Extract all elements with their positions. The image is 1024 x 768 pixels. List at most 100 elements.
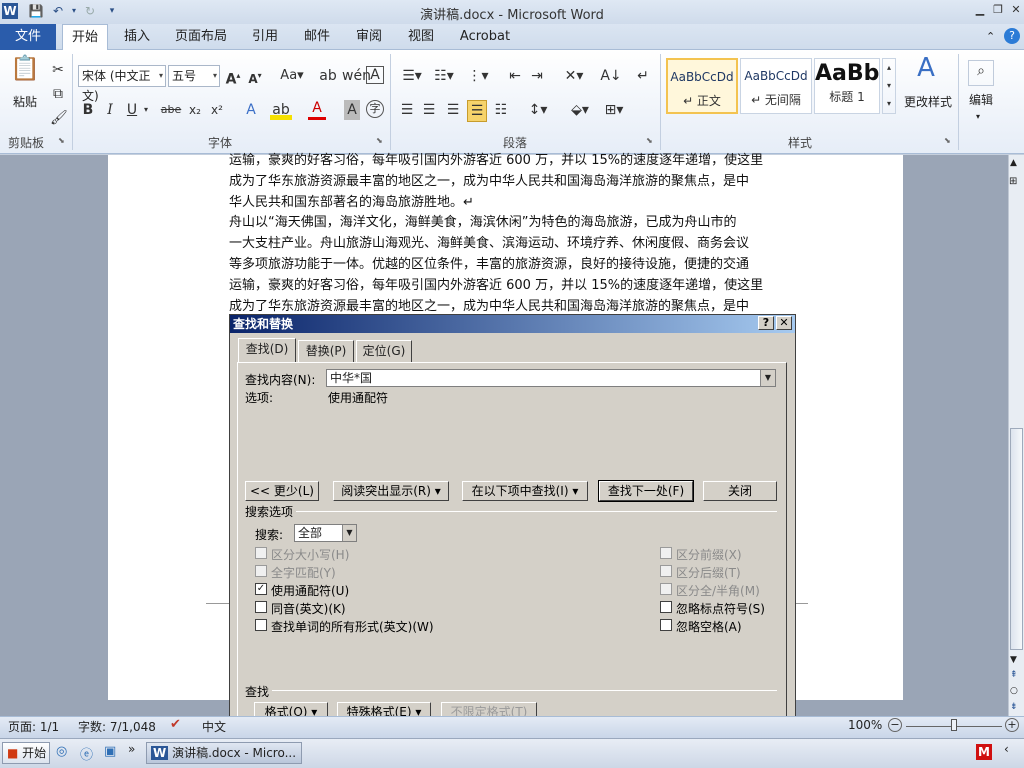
superscript-icon[interactable]: x² [208,100,226,120]
customize-toolbar-icon[interactable]: ▾ [104,3,120,19]
help-icon[interactable]: ? [1004,28,1020,44]
language-indicator[interactable]: 中文 [202,718,226,735]
more-icon[interactable]: » [128,742,135,756]
clipboard-launcher-icon[interactable]: ⬊ [58,136,65,145]
multilevel-list-icon[interactable]: ⋮▾ [464,66,492,86]
style-normal[interactable]: AaBbCcDd ↵ 正文 [666,58,738,114]
font-name-combo[interactable]: 宋体 (中文正文) ▾ [78,65,166,103]
borders-icon[interactable]: ⊞▾ [600,100,628,120]
show-marks-icon[interactable]: ↵ [634,66,652,86]
increase-indent-icon[interactable]: ⇥ [528,66,546,86]
close-window-icon[interactable]: ✕ [1008,3,1024,17]
scroll-down-icon[interactable]: ▼ [1010,655,1017,665]
find-in-button[interactable]: 在以下项中查找(I) ▾ [462,481,588,501]
whole-word-checkbox[interactable] [255,565,267,577]
page-count[interactable]: 页面: 1/1 [8,718,59,735]
change-styles-button[interactable]: 更改样式 [898,92,958,112]
next-page-icon[interactable]: ⇟ [1010,702,1018,712]
save-icon[interactable]: 💾 [28,3,44,19]
tab-mailings[interactable]: 邮件 [296,24,338,50]
bullets-icon[interactable]: ☰▾ [398,66,426,86]
minimize-icon[interactable]: ▁ [972,3,988,17]
ignore-whitespace-checkbox[interactable] [660,619,672,631]
font-color-icon[interactable]: A [308,100,326,120]
redo-icon[interactable]: ↻ [82,3,98,19]
word-count[interactable]: 字数: 7/1,048 [78,718,156,735]
bold-icon[interactable]: B [80,100,96,120]
tab-goto[interactable]: 定位(G) [356,340,412,362]
collapse-ribbon-icon[interactable]: ⌃ [986,30,995,43]
chinese-layout-icon[interactable]: ✕▾ [560,66,588,86]
subscript-icon[interactable]: x₂ [186,100,204,120]
tab-references[interactable]: 引用 [244,24,286,50]
style-heading-1[interactable]: AaBb 标题 1 [814,58,880,114]
zoom-in-icon[interactable]: + [1005,718,1019,732]
styles-scroll-icon[interactable]: ▴ ▾ ▾ [882,58,896,114]
style-no-spacing[interactable]: AaBbCcDd ↵ 无间隔 [740,58,812,114]
dialog-help-button[interactable]: ? [758,316,774,330]
ie-icon[interactable]: ⓔ [80,744,93,763]
enclose-characters-icon[interactable]: 字 [366,100,384,118]
find-next-button[interactable]: 查找下一处(F) [598,480,694,502]
proofing-icon[interactable]: ✔ [170,717,181,732]
tab-review[interactable]: 审阅 [348,24,390,50]
tab-insert[interactable]: 插入 [116,24,158,50]
tray-expand-icon[interactable]: ‹ [1004,742,1009,756]
quick-launch-icon[interactable]: ◎ [56,744,67,759]
desktop-icon[interactable]: ▣ [104,744,116,759]
tray-app-icon[interactable]: M [976,744,992,760]
editing-button[interactable]: 编辑 [962,90,1000,110]
restore-icon[interactable]: ❐ [990,3,1006,17]
underline-dropdown-icon[interactable]: ▾ [142,100,150,120]
less-button[interactable]: << 更少(L) [245,481,319,501]
word-app-icon[interactable]: W [2,3,18,19]
chevron-down-icon[interactable]: ▼ [760,370,775,386]
zoom-slider-thumb[interactable] [951,719,957,731]
match-suffix-checkbox[interactable] [660,565,672,577]
find-binoculars-icon[interactable]: ⌕ [968,60,994,86]
sounds-like-checkbox[interactable] [255,601,267,613]
scroll-up-icon[interactable]: ▲ [1010,158,1017,168]
align-left-icon[interactable]: ☰ [398,100,416,120]
close-button[interactable]: 关闭 [703,481,777,501]
character-shading-icon[interactable]: A [344,100,360,120]
align-right-icon[interactable]: ☰ [444,100,462,120]
tab-view[interactable]: 视图 [400,24,442,50]
justify-icon[interactable]: ☰ [467,100,487,122]
numbering-icon[interactable]: ☷▾ [430,66,458,86]
paste-icon[interactable]: 📋 [10,56,40,90]
underline-icon[interactable]: U [124,100,140,120]
ignore-punctuation-checkbox[interactable] [660,601,672,613]
line-spacing-icon[interactable]: ↕▾ [524,100,552,120]
scroll-thumb[interactable] [1010,428,1023,650]
all-word-forms-checkbox[interactable] [255,619,267,631]
align-center-icon[interactable]: ☰ [420,100,438,120]
paragraph-launcher-icon[interactable]: ⬊ [646,136,653,145]
tab-find[interactable]: 查找(D) [238,338,296,363]
previous-page-icon[interactable]: ⇞ [1010,670,1018,680]
dialog-close-icon[interactable]: ✕ [776,316,792,330]
match-width-checkbox[interactable] [660,583,672,595]
change-styles-icon[interactable]: A [906,55,946,88]
undo-dropdown-icon[interactable]: ▾ [66,3,82,19]
distributed-icon[interactable]: ☷ [492,100,510,120]
tab-page-layout[interactable]: 页面布局 [170,24,232,50]
match-prefix-checkbox[interactable] [660,547,672,559]
phonetic-guide-icon[interactable]: wén [342,66,371,86]
match-case-checkbox[interactable] [255,547,267,559]
reading-highlight-button[interactable]: 阅读突出显示(R) ▾ [333,481,449,501]
file-tab[interactable]: 文件 [0,24,56,50]
shading-icon[interactable]: ⬙▾ [566,100,594,120]
clear-formatting-icon[interactable]: ab [318,66,338,86]
ruler-toggle-icon[interactable]: ⊞ [1009,176,1017,187]
styles-launcher-icon[interactable]: ⬊ [944,136,951,145]
taskbar-word-window[interactable]: W 演讲稿.docx - Micro... [146,742,302,764]
sort-icon[interactable]: A↓ [600,66,622,86]
use-wildcards-checkbox[interactable]: ✓ [255,583,267,595]
tab-home[interactable]: 开始 [62,24,108,51]
select-browse-object-icon[interactable]: ○ [1010,686,1018,696]
format-painter-icon[interactable]: 🖌 [50,108,68,128]
grow-font-icon[interactable]: A▴ [224,66,242,90]
shrink-font-icon[interactable]: A▾ [246,66,264,89]
strikethrough-icon[interactable]: abe [160,100,182,120]
